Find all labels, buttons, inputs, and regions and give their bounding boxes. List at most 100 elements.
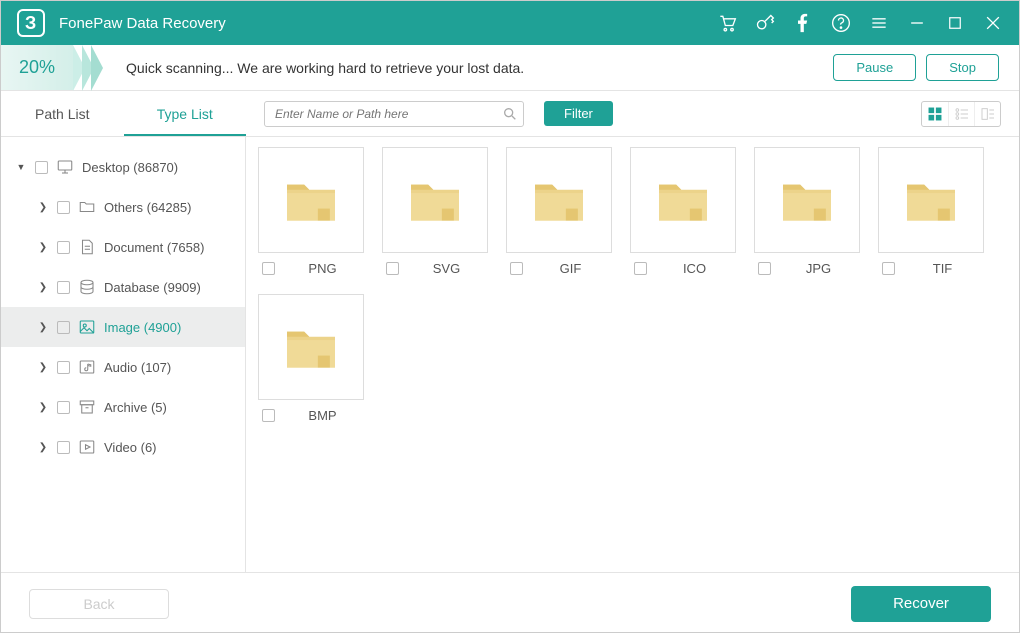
folder-thumb[interactable] (258, 147, 364, 253)
folder-item[interactable]: ICO (630, 147, 736, 276)
folder-icon (78, 198, 96, 216)
tree-label: Image (4900) (104, 320, 181, 335)
folder-thumb[interactable] (382, 147, 488, 253)
tab-path-list[interactable]: Path List (1, 91, 124, 136)
search-icon[interactable] (502, 106, 518, 122)
pause-button[interactable]: Pause (833, 54, 916, 81)
folder-label: ICO (653, 261, 736, 276)
tree-label: Database (9909) (104, 280, 201, 295)
tree-item-video[interactable]: Video (6) (1, 427, 245, 467)
folder-item[interactable]: BMP (258, 294, 364, 423)
folder-item[interactable]: SVG (382, 147, 488, 276)
folder-label: PNG (281, 261, 364, 276)
folder-icon (779, 176, 835, 224)
checkbox[interactable] (262, 409, 275, 422)
recover-button[interactable]: Recover (851, 586, 991, 622)
tree-item-audio[interactable]: Audio (107) (1, 347, 245, 387)
folder-icon (283, 176, 339, 224)
tree-label: Others (64285) (104, 200, 191, 215)
menu-icon[interactable] (869, 13, 889, 33)
cart-icon[interactable] (717, 13, 737, 33)
maximize-icon[interactable] (945, 13, 965, 33)
checkbox[interactable] (634, 262, 647, 275)
folder-item[interactable]: TIF (878, 147, 984, 276)
chevron-right-icon[interactable] (37, 281, 49, 293)
folder-label: GIF (529, 261, 612, 276)
app-title: FonePaw Data Recovery (59, 15, 226, 32)
chevron-right-icon[interactable] (37, 321, 49, 333)
document-icon (78, 238, 96, 256)
chevron-right-icon[interactable] (37, 441, 49, 453)
folder-thumb[interactable] (630, 147, 736, 253)
tree-label: Audio (107) (104, 360, 171, 375)
checkbox[interactable] (57, 401, 70, 414)
tree-item-document[interactable]: Document (7658) (1, 227, 245, 267)
folder-icon (655, 176, 711, 224)
folder-item[interactable]: PNG (258, 147, 364, 276)
video-icon (78, 438, 96, 456)
folder-icon (531, 176, 587, 224)
help-icon[interactable] (831, 13, 851, 33)
checkbox[interactable] (510, 262, 523, 275)
checkbox[interactable] (758, 262, 771, 275)
checkbox[interactable] (57, 441, 70, 454)
checkbox[interactable] (57, 241, 70, 254)
back-button[interactable]: Back (29, 589, 169, 619)
checkbox[interactable] (57, 321, 70, 334)
folder-label: BMP (281, 408, 364, 423)
filter-bar: Path List Type List Filter (1, 91, 1019, 137)
tree-item-archive[interactable]: Archive (5) (1, 387, 245, 427)
folder-label: TIF (901, 261, 984, 276)
tab-type-list[interactable]: Type List (124, 91, 247, 136)
minimize-icon[interactable] (907, 13, 927, 33)
view-toggle-group (921, 101, 1001, 127)
close-icon[interactable] (983, 13, 1003, 33)
tree-label: Document (7658) (104, 240, 204, 255)
folder-thumb[interactable] (878, 147, 984, 253)
filter-button[interactable]: Filter (544, 101, 613, 126)
checkbox[interactable] (57, 361, 70, 374)
stop-button[interactable]: Stop (926, 54, 999, 81)
tree-label: Video (6) (104, 440, 157, 455)
tree-label: Archive (5) (104, 400, 167, 415)
app-logo: Ɛ (17, 9, 45, 37)
checkbox[interactable] (386, 262, 399, 275)
folder-thumb[interactable] (754, 147, 860, 253)
folder-item[interactable]: GIF (506, 147, 612, 276)
folder-icon (407, 176, 463, 224)
folder-icon (903, 176, 959, 224)
tree-item-database[interactable]: Database (9909) (1, 267, 245, 307)
folder-item[interactable]: JPG (754, 147, 860, 276)
checkbox[interactable] (882, 262, 895, 275)
titlebar: Ɛ FonePaw Data Recovery (1, 1, 1019, 45)
facebook-icon[interactable] (793, 13, 813, 33)
database-icon (78, 278, 96, 296)
folder-icon (283, 323, 339, 371)
folder-thumb[interactable] (258, 294, 364, 400)
chevron-right-icon[interactable] (37, 201, 49, 213)
tree-item-desktop[interactable]: Desktop (86870) (1, 147, 245, 187)
folder-label: JPG (777, 261, 860, 276)
archive-icon (78, 398, 96, 416)
chevron-right-icon[interactable] (37, 401, 49, 413)
view-list-icon[interactable] (948, 102, 974, 126)
content-area: PNG SVG GIF ICO JPG (246, 137, 1019, 572)
audio-icon (78, 358, 96, 376)
checkbox[interactable] (35, 161, 48, 174)
tree-item-others[interactable]: Others (64285) (1, 187, 245, 227)
tree-label: Desktop (86870) (82, 160, 178, 175)
view-grid-icon[interactable] (922, 102, 948, 126)
tree-item-image[interactable]: Image (4900) (1, 307, 245, 347)
search-input[interactable] (264, 101, 524, 127)
chevron-down-icon[interactable] (15, 161, 27, 173)
checkbox[interactable] (57, 201, 70, 214)
progress-percent: 20% (1, 45, 73, 90)
key-icon[interactable] (755, 13, 775, 33)
view-detail-icon[interactable] (974, 102, 1000, 126)
checkbox[interactable] (57, 281, 70, 294)
checkbox[interactable] (262, 262, 275, 275)
chevron-right-icon[interactable] (37, 241, 49, 253)
status-message: Quick scanning... We are working hard to… (126, 60, 524, 76)
chevron-right-icon[interactable] (37, 361, 49, 373)
folder-thumb[interactable] (506, 147, 612, 253)
